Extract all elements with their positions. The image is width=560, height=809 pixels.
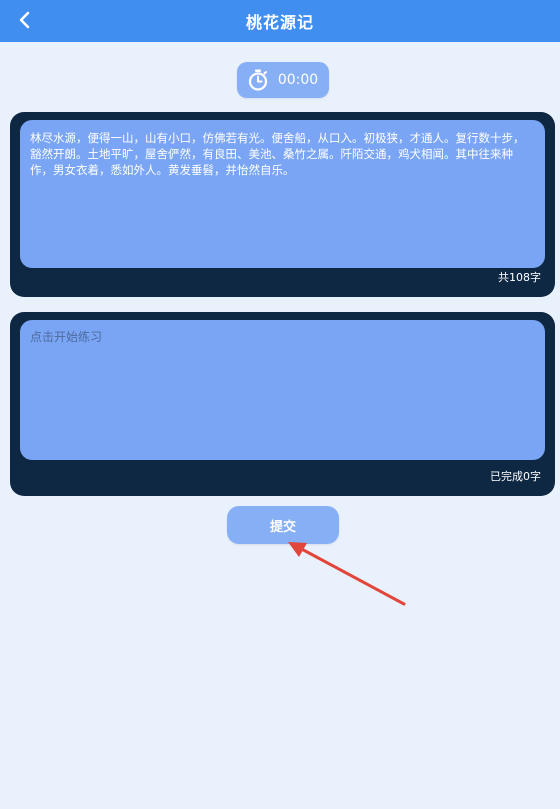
- source-text-panel: 林尽水源，便得一山，山有小口，仿佛若有光。便舍船，从口入。初极狭，才通人。复行数…: [10, 112, 555, 297]
- practice-panel: 已完成0字: [10, 312, 555, 496]
- timer-value: 00:00: [277, 72, 319, 88]
- chevron-left-icon: [19, 11, 30, 29]
- source-text-box: 林尽水源，便得一山，山有小口，仿佛若有光。便舍船，从口入。初极狭，才通人。复行数…: [20, 120, 545, 268]
- source-text: 林尽水源，便得一山，山有小口，仿佛若有光。便舍船，从口入。初极狭，才通人。复行数…: [30, 131, 525, 177]
- app-header: 桃花源记: [0, 0, 560, 42]
- completed-char-count: 已完成0字: [490, 470, 541, 483]
- timer-badge: 00:00: [237, 62, 329, 98]
- page-title: 桃花源记: [245, 13, 314, 32]
- practice-input[interactable]: [30, 328, 535, 452]
- annotation-arrow-icon: [288, 542, 406, 606]
- back-button[interactable]: [10, 5, 40, 35]
- total-char-count: 共108字: [498, 271, 541, 284]
- stopwatch-icon: [248, 69, 267, 91]
- practice-input-box: [20, 320, 545, 460]
